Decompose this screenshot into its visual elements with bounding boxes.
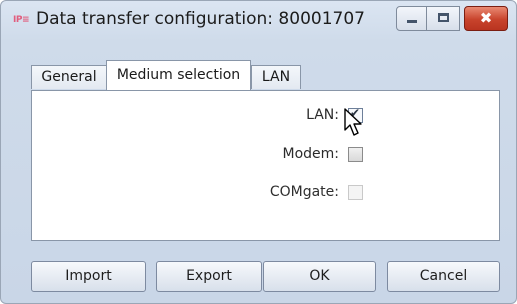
tab-medium-selection[interactable]: Medium selection — [106, 60, 251, 90]
tab-lan[interactable]: LAN — [251, 65, 301, 89]
comgate-row: COMgate: — [32, 184, 363, 202]
comgate-label: COMgate: — [269, 184, 339, 200]
import-button[interactable]: Import — [31, 261, 146, 292]
medium-selection-panel: LAN: ✔ Modem: COMgate: — [31, 90, 500, 241]
cancel-button[interactable]: Cancel — [387, 261, 500, 292]
export-button[interactable]: Export — [156, 261, 262, 292]
close-icon: ✖ — [479, 9, 493, 27]
lan-row: LAN: ✔ — [32, 106, 363, 125]
mouse-pointer-icon — [344, 108, 362, 136]
maximize-icon — [438, 13, 449, 22]
window-title: Data transfer configuration: 80001707 — [36, 9, 365, 29]
modem-checkbox[interactable] — [348, 147, 363, 162]
app-icon: IP≡ — [13, 15, 30, 25]
lan-label: LAN: — [306, 107, 339, 123]
minimize-icon — [407, 20, 417, 23]
close-button[interactable]: ✖ — [464, 6, 508, 31]
dialog-window: IP≡ Data transfer configuration: 8000170… — [0, 0, 517, 304]
ok-button[interactable]: OK — [263, 261, 376, 292]
modem-label: Modem: — [282, 146, 340, 162]
title-bar[interactable]: IP≡ Data transfer configuration: 8000170… — [1, 1, 516, 45]
minimize-button[interactable] — [396, 6, 427, 31]
maximize-button[interactable] — [426, 6, 460, 31]
tab-general[interactable]: General — [31, 65, 107, 89]
comgate-checkbox[interactable] — [348, 185, 363, 200]
modem-row: Modem: — [32, 146, 363, 164]
